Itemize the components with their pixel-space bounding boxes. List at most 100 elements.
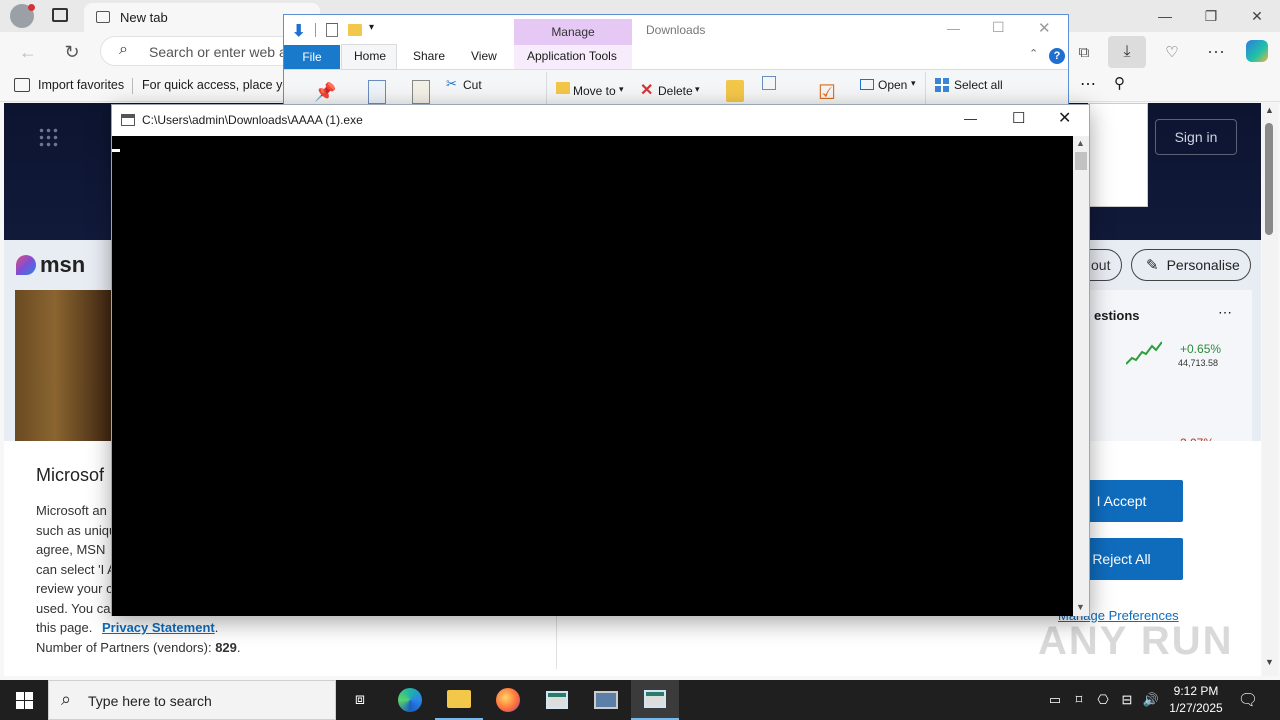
console-scroll-down-icon[interactable]: ▼ [1076, 602, 1085, 612]
select-all-button[interactable]: Select all [954, 78, 1003, 92]
more-menu-icon[interactable]: ⋯ [1202, 38, 1230, 66]
close-button[interactable]: ✕ [1234, 0, 1280, 32]
tablet-icon[interactable]: ▭ [1046, 680, 1064, 720]
copilot-icon[interactable] [1246, 40, 1268, 62]
browser-essentials-icon[interactable]: ♡ [1158, 38, 1186, 66]
explorer-maximize-button[interactable]: ☐ [992, 19, 1005, 36]
new-item-icon[interactable] [762, 76, 776, 90]
paste-icon[interactable] [412, 80, 430, 104]
console-scrollbar[interactable]: ▲ ▼ [1073, 136, 1089, 616]
more-downloads-icon[interactable]: ⋯ [1080, 74, 1096, 94]
sign-in-button[interactable]: Sign in [1155, 119, 1237, 155]
downloads-button[interactable]: ⤓ [1108, 36, 1146, 68]
card-more-icon[interactable]: ⋯ [1218, 304, 1232, 321]
personalise-icon: ✎ [1146, 257, 1159, 274]
tab-share[interactable]: Share [413, 49, 445, 63]
address-placeholder: Search or enter web a [149, 44, 287, 60]
properties-large-icon[interactable]: ☑ [818, 80, 836, 105]
text-cursor [112, 149, 120, 152]
refresh-icon[interactable]: ↻ [58, 38, 86, 66]
console-window-icon [644, 690, 666, 708]
fav-import[interactable]: Import favorites [38, 78, 124, 92]
tab-application-tools-label[interactable]: Application Tools [527, 49, 617, 63]
console-close-button[interactable]: ✕ [1058, 108, 1071, 128]
new-folder-large-icon[interactable] [726, 80, 744, 102]
scroll-up-icon[interactable]: ▲ [1265, 105, 1274, 115]
help-icon[interactable]: ? [1049, 48, 1065, 64]
privacy-link[interactable]: Privacy Statement [102, 620, 215, 635]
cut-button[interactable]: Cut [463, 78, 482, 92]
console-output[interactable] [112, 136, 1073, 616]
tab-file[interactable]: File [284, 45, 340, 69]
minimize-button[interactable]: — [1142, 0, 1188, 32]
tab-actions-icon[interactable] [52, 8, 68, 22]
watermark: ANY RUN [1038, 619, 1234, 663]
move-to-button[interactable]: Move to [573, 84, 616, 98]
tab-view[interactable]: View [471, 49, 497, 63]
qat-dropdown-icon[interactable]: ▾ [369, 22, 374, 33]
usb-icon[interactable]: ⌑ [1070, 680, 1088, 720]
scroll-thumb[interactable] [1265, 123, 1273, 235]
console-titlebar[interactable]: C:\Users\admin\Downloads\AAAA (1).exe — … [112, 105, 1089, 136]
stock-change: +0.65% [1180, 342, 1222, 356]
delete-button[interactable]: Delete [658, 84, 693, 98]
firefox-logo-icon [496, 688, 520, 712]
quick-access-down-icon[interactable]: ⬇ [292, 21, 305, 41]
file-explorer-window: ⬇ ▾ Manage Downloads — ☐ ✕ File Home Sha… [283, 14, 1069, 107]
taskbar-search-input[interactable]: ⌕ Type here to search [48, 680, 336, 720]
console-minimize-button[interactable]: — [964, 111, 977, 126]
restore-button[interactable]: ❐ [1188, 0, 1234, 32]
ribbon-collapse-icon[interactable]: ⌃ [1029, 47, 1038, 60]
app-taskbar-icon-1[interactable] [533, 680, 581, 720]
ribbon-divider [546, 72, 547, 106]
console-taskbar-icon[interactable] [631, 680, 679, 720]
delete-dropdown-icon[interactable]: ▾ [695, 84, 700, 95]
personalise-button[interactable]: ✎ Personalise [1131, 249, 1251, 281]
cut-icon[interactable]: ✂ [446, 76, 457, 92]
qat-divider [315, 23, 316, 37]
file-explorer-taskbar-icon[interactable] [435, 680, 483, 720]
open-button[interactable]: Open [878, 78, 907, 92]
volume-icon[interactable]: 🔊 [1142, 680, 1160, 720]
consent-line-last: this page. Privacy Statement. [36, 618, 241, 638]
collections-icon[interactable]: ⧉ [1070, 38, 1098, 66]
edge-taskbar-icon[interactable] [386, 680, 434, 720]
pin-icon[interactable]: ⚲ [1114, 74, 1125, 92]
copy-icon[interactable] [368, 80, 386, 104]
network-icon[interactable]: ⊟ [1118, 680, 1136, 720]
delete-icon[interactable]: ✕ [640, 80, 653, 100]
open-dropdown-icon[interactable]: ▾ [911, 78, 916, 89]
open-icon[interactable] [860, 79, 874, 90]
console-scroll-thumb[interactable] [1075, 152, 1087, 170]
tab-home-label[interactable]: Home [354, 49, 386, 63]
explorer-close-button[interactable]: ✕ [1038, 19, 1051, 37]
manage-context-tab[interactable]: Manage [514, 19, 632, 45]
clock[interactable]: 9:12 PM 1/27/2025 [1166, 683, 1226, 717]
profile-avatar[interactable] [10, 4, 35, 28]
task-view-icon[interactable]: ⧈ [336, 680, 384, 720]
move-to-icon[interactable] [556, 82, 570, 94]
notifications-icon[interactable]: 🗨 [1234, 680, 1262, 720]
select-all-icon[interactable] [935, 78, 949, 92]
move-to-dropdown-icon[interactable]: ▾ [619, 84, 624, 95]
console-scroll-up-icon[interactable]: ▲ [1076, 138, 1085, 148]
page-scrollbar[interactable]: ▲ ▼ [1262, 103, 1278, 676]
scroll-down-icon[interactable]: ▼ [1265, 657, 1274, 667]
stock-row[interactable]: +0.65% 44,713.58 [1084, 336, 1252, 376]
explorer-minimize-button[interactable]: — [947, 21, 960, 36]
apps-grid-icon[interactable] [38, 127, 58, 147]
clock-time: 9:12 PM [1173, 684, 1219, 698]
suggestions-card: estions ⋯ +0.65% 44,713.58 -2.07% [1084, 290, 1252, 450]
console-maximize-button[interactable]: ☐ [1012, 109, 1025, 127]
firefox-taskbar-icon[interactable] [484, 680, 532, 720]
feed-image[interactable] [15, 290, 115, 442]
app-taskbar-icon-2[interactable] [582, 680, 630, 720]
properties-icon[interactable] [326, 23, 338, 37]
meet-now-icon[interactable]: ⎔ [1094, 680, 1112, 720]
back-icon[interactable]: ← [14, 38, 42, 66]
pin-quick-access-icon[interactable]: 📌 [314, 82, 336, 103]
start-button[interactable] [0, 680, 48, 720]
explorer-titlebar: ⬇ ▾ Manage Downloads — ☐ ✕ [284, 15, 1068, 45]
new-folder-icon[interactable] [348, 24, 362, 36]
stock-value: 44,713.58 [1178, 358, 1219, 368]
